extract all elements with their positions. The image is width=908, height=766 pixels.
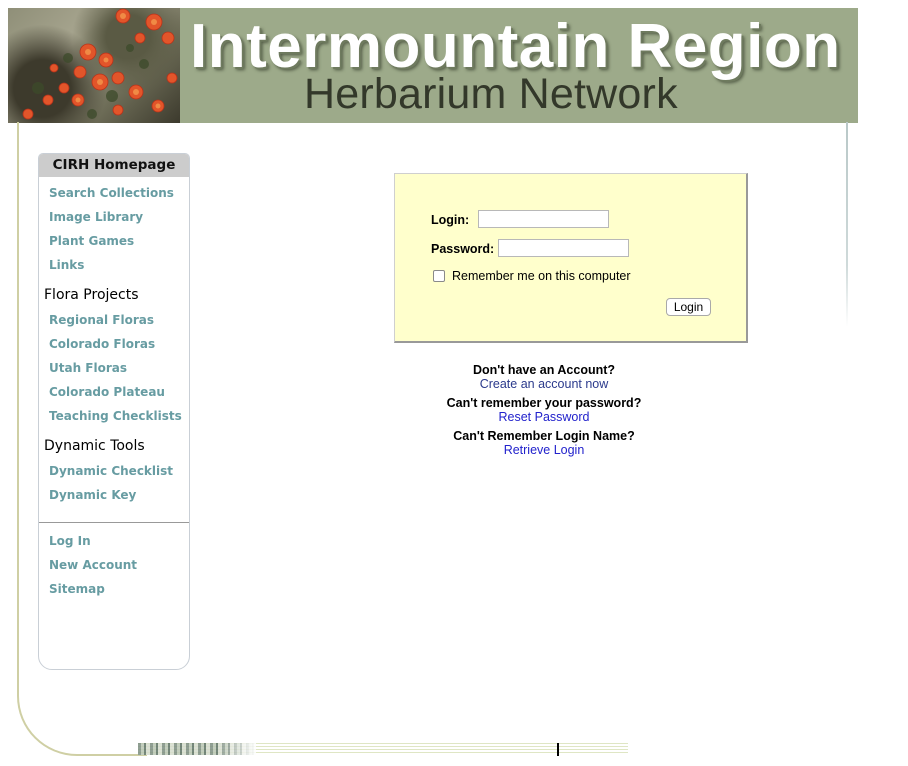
no-account-question: Don't have an Account? xyxy=(472,363,616,377)
sidebar-item-teaching-checklists[interactable]: Teaching Checklists xyxy=(49,408,182,424)
sidebar-item-utah-floras[interactable]: Utah Floras xyxy=(49,360,127,376)
sidebar-item-dynamic-checklist[interactable]: Dynamic Checklist xyxy=(49,463,173,479)
banner-subtitle: Herbarium Network xyxy=(304,70,678,118)
sidebar-item-dynamic-key[interactable]: Dynamic Key xyxy=(49,487,136,503)
banner-flower-photo xyxy=(8,8,180,123)
sidebar-item-links[interactable]: Links xyxy=(49,257,84,273)
forgot-password-question: Can't remember your password? xyxy=(446,396,642,410)
sidebar-section-flora-projects: Flora Projects xyxy=(44,287,139,303)
login-input[interactable] xyxy=(478,210,609,228)
login-button[interactable]: Login xyxy=(666,298,711,316)
footer-strip xyxy=(138,743,628,756)
sidebar-item-colorado-floras[interactable]: Colorado Floras xyxy=(49,336,155,352)
sidebar-divider xyxy=(39,522,189,523)
retrieve-login-link[interactable]: Retrieve Login xyxy=(394,443,694,458)
password-input[interactable] xyxy=(498,239,629,257)
site-banner: Intermountain Region Herbarium Network xyxy=(8,8,858,123)
page-frame-right-border xyxy=(846,122,848,327)
sidebar-item-new-account[interactable]: New Account xyxy=(49,557,137,573)
remember-me-label[interactable]: Remember me on this computer xyxy=(452,269,631,284)
footer-divider-mark xyxy=(557,743,559,756)
sidebar-item-colorado-plateau[interactable]: Colorado Plateau xyxy=(49,384,165,400)
sidebar-item-image-library[interactable]: Image Library xyxy=(49,209,143,225)
footer-pattern xyxy=(138,743,256,755)
sidebar-item-log-in[interactable]: Log In xyxy=(49,533,91,549)
remember-me-checkbox[interactable] xyxy=(433,270,445,282)
login-label: Login: xyxy=(431,213,470,227)
sidebar-section-dynamic-tools: Dynamic Tools xyxy=(44,438,145,454)
sidebar-menu: CIRH Homepage Search Collections Image L… xyxy=(38,153,190,670)
sidebar-item-sitemap[interactable]: Sitemap xyxy=(49,581,105,597)
flower-icon xyxy=(22,8,178,120)
sidebar-item-search-collections[interactable]: Search Collections xyxy=(49,185,174,201)
reset-password-link[interactable]: Reset Password xyxy=(394,410,694,425)
create-account-link[interactable]: Create an account now xyxy=(394,377,694,392)
password-label: Password: xyxy=(431,242,495,256)
sidebar-header[interactable]: CIRH Homepage xyxy=(39,154,189,177)
login-form: Login: Password: Remember me on this com… xyxy=(394,173,748,343)
sidebar-item-regional-floras[interactable]: Regional Floras xyxy=(49,312,154,328)
forgot-login-question: Can't Remember Login Name? xyxy=(453,429,635,443)
sidebar-item-plant-games[interactable]: Plant Games xyxy=(49,233,134,249)
